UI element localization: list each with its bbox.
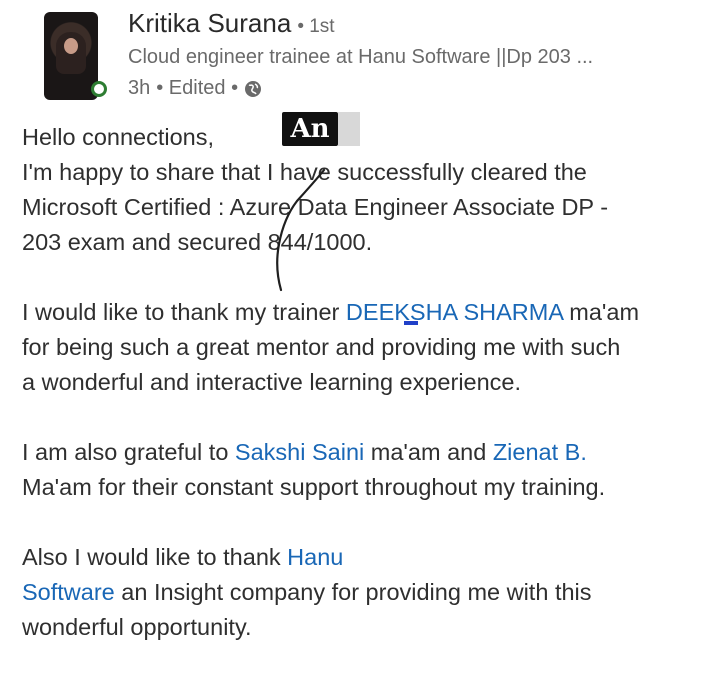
author-headline: Cloud engineer trainee at Hanu Software … [128, 46, 594, 68]
paragraph-gratitude: I am also grateful to Sakshi Saini ma'am… [22, 435, 702, 505]
text-fragment: ma'am and [364, 439, 493, 465]
mention-zienat-b[interactable]: Zienat B. [493, 439, 587, 465]
online-status-icon [91, 81, 107, 97]
text-fragment: an Insight company for providing me with… [114, 579, 592, 605]
author-avatar[interactable] [44, 12, 98, 100]
post-line: for being such a great mentor and provid… [22, 334, 621, 360]
connection-degree: • 1st [297, 16, 335, 37]
mention-sakshi-saini[interactable]: Sakshi Saini [235, 439, 364, 465]
text-cursor-marker [404, 321, 418, 325]
linkedin-post: Kritika Surana • 1st Cloud engineer trai… [0, 0, 720, 654]
post-line: Ma'am for their constant support through… [22, 474, 606, 500]
post-line: wonderful opportunity. [22, 614, 252, 640]
paragraph-greeting: Hello connections, I'm happy to share th… [22, 120, 702, 260]
post-line: Also I would like to thank Hanu [22, 540, 702, 575]
post-line: a wonderful and interactive learning exp… [22, 369, 522, 395]
post-time: 3h [128, 77, 151, 99]
author-name-line: Kritika Surana • 1st [128, 8, 335, 39]
text-fragment: Also I would like to thank [22, 544, 288, 570]
text-fragment: I am also grateful to [22, 439, 235, 465]
text-fragment: I would like to thank my trainer [22, 299, 346, 325]
author-name[interactable]: Kritika Surana [128, 8, 291, 39]
globe-icon [244, 80, 262, 98]
paragraph-company-thanks: Also I would like to thank Hanu Software… [22, 540, 702, 645]
post-line: I would like to thank my trainer DEEKSHA… [22, 295, 702, 330]
post-line: I'm happy to share that I have successfu… [22, 159, 587, 185]
paragraph-thanks-trainer: I would like to thank my trainer DEEKSHA… [22, 295, 702, 400]
mention-hanu-software-part1[interactable]: Hanu [287, 544, 343, 570]
post-body: Hello connections, I'm happy to share th… [22, 120, 702, 680]
avatar-face [64, 38, 78, 54]
post-line: I am also grateful to Sakshi Saini ma'am… [22, 435, 702, 470]
mention-deeksha-sharma[interactable]: DEEKSHA SHARMA [346, 299, 563, 325]
post-line: Hello connections, [22, 124, 215, 150]
post-edited-label: • Edited • [156, 77, 239, 99]
post-line: Software an Insight company for providin… [22, 575, 702, 610]
post-meta: 3h • Edited • [128, 77, 262, 100]
text-fragment: ma'am [562, 299, 640, 325]
mention-hanu-software-part2[interactable]: Software [22, 579, 115, 605]
post-line: Microsoft Certified : Azure Data Enginee… [22, 194, 609, 220]
post-line: 203 exam and secured 844/1000. [22, 229, 373, 255]
